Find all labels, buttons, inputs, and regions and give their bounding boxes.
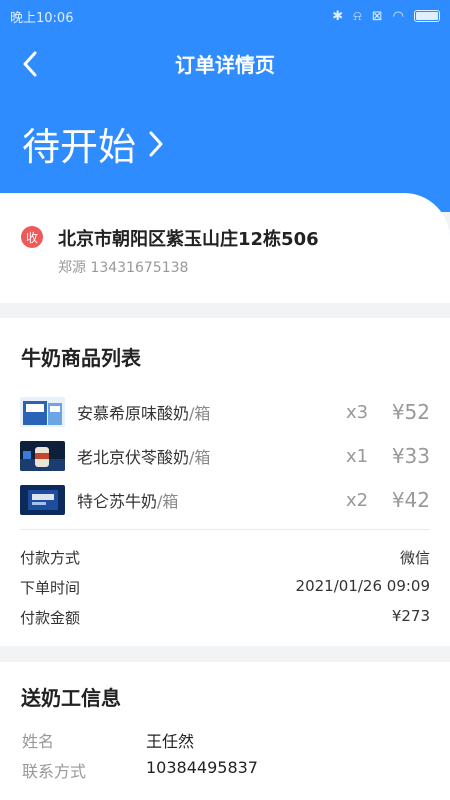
worker-phone-row[interactable]: 联系方式 10384495837 (22, 758, 258, 782)
worker-phone-value[interactable]: 10384495837 (146, 758, 258, 782)
product-name: 特仑苏牛奶/箱 (77, 492, 179, 511)
receiver-badge: 收 (21, 226, 43, 248)
worker-name-row: 姓名 王任然 (22, 728, 194, 752)
payment-method-value: 微信 (399, 549, 430, 567)
order-time-label: 下单时间 (20, 579, 81, 597)
order-status-link[interactable]: 待开始 (22, 116, 164, 171)
order-time-row: 下单时间 2021/01/26 09:09 (20, 577, 430, 598)
system-status-bar: 晚上10:06 ✱ ⍾ ⊠ ◠ (0, 0, 450, 32)
payment-method-row: 付款方式 微信 (20, 547, 430, 568)
status-icons: ✱ ⍾ ⊠ ◠ (332, 9, 440, 24)
header: 订单详情页 待开始 (0, 32, 450, 212)
product-quantity: x1 (346, 445, 369, 467)
worker-name-label: 姓名 (22, 732, 55, 751)
status-time: 晚上10:06 (10, 10, 74, 26)
product-row[interactable]: 老北京伏苓酸奶/箱 x1 ¥33 (20, 440, 430, 472)
worker-name-value: 王任然 (146, 732, 195, 751)
product-quantity: x2 (346, 489, 369, 511)
product-thumbnail (20, 441, 65, 471)
address-card: 收 北京市朝阳区紫玉山庄12栋506 郑源 13431675138 (0, 193, 450, 303)
alarm-off-icon: ⍾ (353, 8, 362, 24)
battery-icon (414, 10, 440, 22)
products-section-title: 牛奶商品列表 (21, 346, 141, 370)
back-button[interactable] (10, 44, 50, 84)
payment-method-label: 付款方式 (20, 549, 81, 567)
bluetooth-icon: ✱ (332, 8, 344, 24)
delivery-address: 北京市朝阳区紫玉山庄12栋506 (58, 229, 319, 250)
receiver-contact: 郑源 13431675138 (58, 260, 189, 276)
order-time-value: 2021/01/26 09:09 (295, 577, 430, 595)
payment-amount-label: 付款金额 (20, 609, 81, 627)
product-price: ¥52 (391, 400, 430, 424)
product-price: ¥33 (391, 444, 430, 468)
product-thumbnail (20, 485, 65, 515)
back-arrow-icon (23, 51, 37, 77)
products-card: 牛奶商品列表 安慕希原味酸奶/箱 x3 ¥52 老北京伏苓酸奶/箱 x1 ¥33… (0, 318, 450, 646)
payment-amount-value: ¥273 (391, 607, 430, 625)
wifi-icon: ◠ (392, 8, 404, 24)
order-status-text: 待开始 (22, 125, 137, 169)
payment-amount-row: 付款金额 ¥273 (20, 607, 430, 628)
product-row[interactable]: 特仑苏牛奶/箱 x2 ¥42 (20, 484, 430, 516)
divider (20, 529, 430, 530)
page-title: 订单详情页 (175, 52, 275, 77)
product-price: ¥42 (391, 488, 430, 512)
worker-phone-label: 联系方式 (22, 762, 87, 781)
chevron-right-icon (149, 131, 163, 156)
navigation-bar: 订单详情页 (0, 32, 450, 94)
product-quantity: x3 (346, 401, 369, 423)
product-row[interactable]: 安慕希原味酸奶/箱 x3 ¥52 (20, 396, 430, 428)
product-thumbnail (20, 397, 65, 427)
product-name: 安慕希原味酸奶/箱 (77, 404, 211, 423)
delivery-worker-card: 送奶工信息 姓名 王任然 联系方式 10384495837 (0, 662, 450, 800)
product-name: 老北京伏苓酸奶/箱 (77, 448, 211, 467)
worker-section-title: 送奶工信息 (21, 686, 121, 710)
sim-card-icon: ⊠ (371, 8, 383, 24)
